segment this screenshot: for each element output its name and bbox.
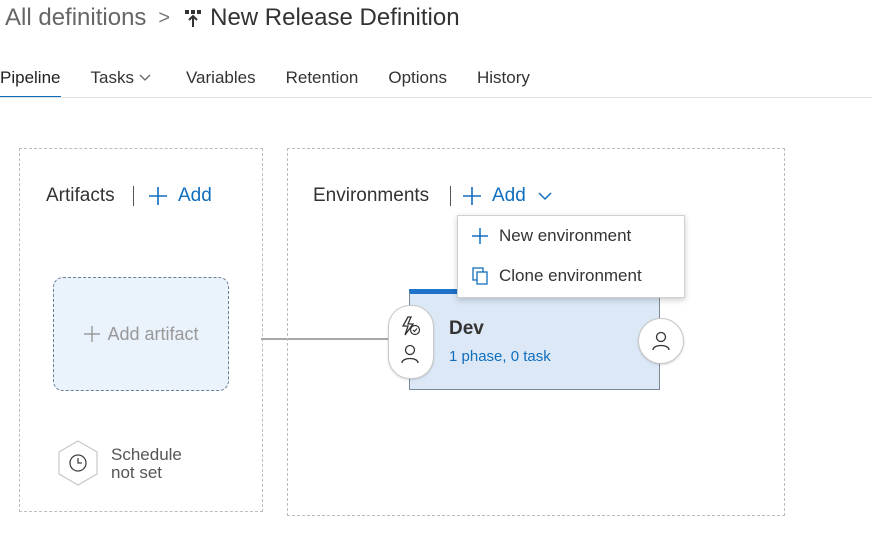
breadcrumb-chevron: > <box>158 6 171 29</box>
release-definition-icon <box>184 8 202 28</box>
plus-icon <box>148 186 168 206</box>
clock-icon <box>58 440 98 486</box>
tab-pipeline[interactable]: Pipeline <box>0 60 61 98</box>
menu-item-new-environment[interactable]: New environment <box>458 216 684 256</box>
artifacts-title: Artifacts <box>46 185 115 206</box>
schedule-status: Schedule not set <box>111 446 182 482</box>
environments-title: Environments <box>313 185 430 206</box>
add-artifact-tile[interactable]: Add artifact <box>53 277 229 391</box>
tab-history[interactable]: History <box>477 60 530 96</box>
add-artifact-label: Add artifact <box>107 323 199 344</box>
menu-item-label: New environment <box>499 226 632 245</box>
environments-separator <box>450 186 451 206</box>
environment-name[interactable]: Dev <box>449 318 484 340</box>
schedule-trigger-button[interactable] <box>57 440 99 486</box>
breadcrumb: All definitions > New Release Definition <box>5 3 460 33</box>
tab-label: Tasks <box>90 68 134 87</box>
person-icon <box>652 331 670 351</box>
tab-label: Variables <box>185 68 256 87</box>
add-label: Add <box>178 185 212 206</box>
add-artifact-button[interactable]: Add <box>148 185 212 207</box>
menu-item-label: Clone environment <box>499 266 642 285</box>
schedule-line: not set <box>111 463 163 482</box>
tab-retention[interactable]: Retention <box>286 60 359 96</box>
tab-label: Options <box>388 68 447 87</box>
tab-variables[interactable]: Variables <box>186 60 256 96</box>
tab-bar: Pipeline Tasks Variables Retention Optio… <box>0 60 530 98</box>
tab-tasks[interactable]: Tasks <box>91 60 151 96</box>
add-environment-menu: New environment Clone environment <box>457 215 685 298</box>
chevron-down-icon <box>538 191 552 201</box>
artifacts-separator <box>133 186 134 206</box>
breadcrumb-root-link[interactable]: All definitions <box>5 4 146 32</box>
chevron-down-icon <box>139 74 151 82</box>
clone-icon <box>470 267 490 285</box>
plus-icon <box>470 227 490 245</box>
tab-label: Pipeline <box>0 68 61 87</box>
plus-icon <box>462 186 482 206</box>
add-label: Add <box>492 185 526 206</box>
pre-deployment-approvers-icon[interactable] <box>399 343 421 365</box>
plus-icon <box>83 325 101 343</box>
schedule-line: Schedule <box>111 445 182 464</box>
tab-label: Retention <box>285 68 359 87</box>
post-deployment-approvers-button[interactable] <box>638 318 684 364</box>
environment-card[interactable] <box>409 289 660 390</box>
pre-deployment-conditions-icon[interactable] <box>399 315 421 337</box>
menu-item-clone-environment[interactable]: Clone environment <box>458 256 684 296</box>
tab-divider <box>0 97 872 98</box>
environment-summary-link[interactable]: 1 phase, 0 task <box>449 348 551 365</box>
tab-label: History <box>476 68 530 87</box>
tab-options[interactable]: Options <box>388 60 447 96</box>
add-environment-button[interactable]: Add <box>462 185 552 207</box>
page-title: New Release Definition <box>210 4 460 31</box>
